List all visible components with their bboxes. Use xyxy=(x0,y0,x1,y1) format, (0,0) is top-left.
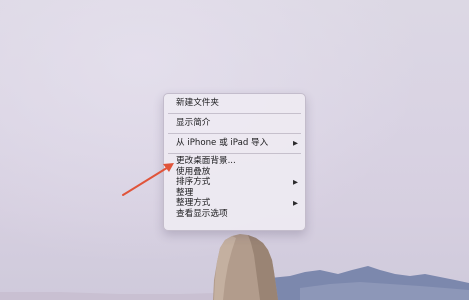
menu-item-clean-up-by[interactable]: 整理方式 ▶ xyxy=(164,198,305,209)
menu-item-import-from-iphone-ipad[interactable]: 从 iPhone 或 iPad 导入 ▶ xyxy=(164,136,305,151)
menu-item-label: 新建文件夹 xyxy=(176,98,219,108)
menu-item-label: 从 iPhone 或 iPad 导入 xyxy=(176,138,269,148)
menu-item-label: 整理 xyxy=(176,187,194,198)
desktop[interactable]: 新建文件夹 显示简介 从 iPhone 或 iPad 导入 ▶ 更改桌面背景..… xyxy=(0,0,469,300)
left-ridge xyxy=(0,292,215,300)
submenu-arrow-icon: ▶ xyxy=(293,199,298,207)
menu-item-get-info[interactable]: 显示简介 xyxy=(164,116,305,131)
menu-item-label: 查看显示选项 xyxy=(176,208,228,219)
menu-separator xyxy=(168,113,301,114)
submenu-arrow-icon: ▶ xyxy=(293,178,298,186)
menu-separator xyxy=(168,153,301,154)
menu-item-label: 显示简介 xyxy=(176,118,211,128)
menu-item-label: 排序方式 xyxy=(176,177,211,187)
menu-item-use-stacks[interactable]: 使用叠放 xyxy=(164,167,305,178)
menu-item-new-folder[interactable]: 新建文件夹 xyxy=(164,96,305,111)
desktop-context-menu: 新建文件夹 显示简介 从 iPhone 或 iPad 导入 ▶ 更改桌面背景..… xyxy=(163,93,306,231)
submenu-arrow-icon: ▶ xyxy=(293,139,298,147)
menu-item-sort-by[interactable]: 排序方式 ▶ xyxy=(164,177,305,188)
menu-item-label: 使用叠放 xyxy=(176,166,211,177)
menu-item-label: 整理方式 xyxy=(176,198,211,208)
menu-item-label: 更改桌面背景... xyxy=(176,156,236,166)
menu-separator xyxy=(168,133,301,134)
menu-item-change-desktop-background[interactable]: 更改桌面背景... xyxy=(164,156,305,167)
menu-item-show-view-options[interactable]: 查看显示选项 xyxy=(164,209,305,220)
menu-item-clean-up[interactable]: 整理 xyxy=(164,188,305,199)
